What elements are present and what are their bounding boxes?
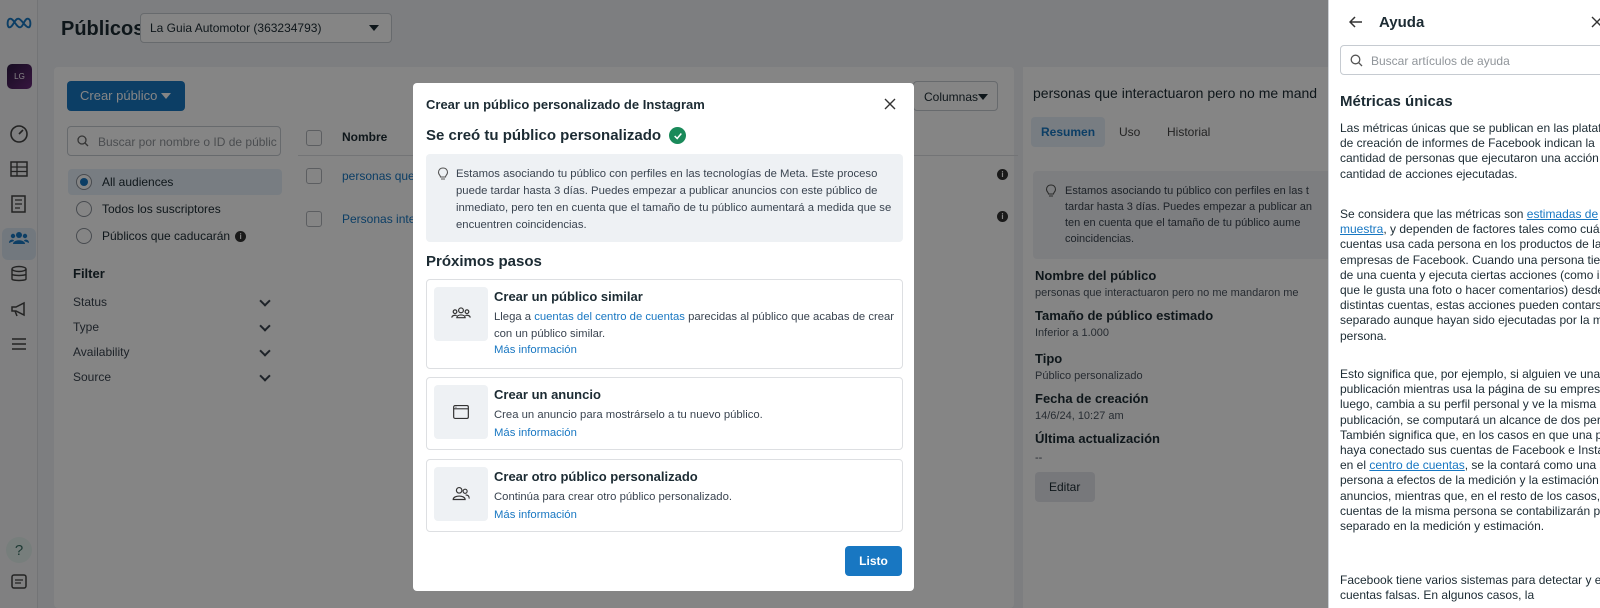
card-description: Crea un anuncio para mostrárselo a tu nu… (494, 409, 763, 421)
help-text-part: Esto significa que, por ejemplo, si algu… (1340, 367, 1600, 473)
back-arrow-icon[interactable] (1349, 15, 1363, 29)
more-info-link[interactable]: Más información (494, 427, 577, 439)
card-title: Crear un anuncio (494, 387, 601, 402)
done-button[interactable]: Listo (845, 546, 902, 576)
lightbulb-icon (437, 167, 449, 180)
card-lookalike[interactable]: Crear un público similar Llega a cuentas… (426, 279, 903, 369)
next-steps-heading: Próximos pasos (426, 253, 542, 270)
help-paragraph: Facebook tiene varios sistemas para dete… (1340, 573, 1600, 603)
more-info-link[interactable]: Más información (494, 344, 577, 356)
ad-window-icon (434, 385, 488, 439)
help-paragraph: Las métricas únicas que se publican en l… (1340, 121, 1600, 181)
search-icon (1350, 54, 1363, 67)
checkmark-icon (669, 127, 687, 144)
help-panel: Ayuda Buscar artículos de ayuda Métricas… (1328, 0, 1600, 608)
help-title: Ayuda (1379, 14, 1425, 31)
more-info-link[interactable]: Más información (494, 509, 577, 521)
help-search-input[interactable]: Buscar artículos de ayuda (1340, 45, 1600, 75)
card-title: Crear un público similar (494, 289, 643, 304)
people-pair-icon (434, 467, 488, 521)
help-paragraph: Esto significa que, por ejemplo, si algu… (1340, 367, 1600, 534)
dialog-info-text: Estamos asociando tu público con perfile… (456, 168, 892, 231)
card-another-audience[interactable]: Crear otro público personalizado Continú… (426, 459, 903, 532)
accounts-center-link[interactable]: centro de cuentas (1369, 458, 1464, 472)
help-search-placeholder: Buscar artículos de ayuda (1371, 54, 1510, 68)
close-icon[interactable] (1591, 16, 1600, 28)
success-heading-text: Se creó tu público personalizado (426, 127, 662, 144)
success-heading: Se creó tu público personalizado (426, 127, 687, 144)
dialog-title: Crear un público personalizado de Instag… (426, 97, 705, 112)
card-desc-part: Llega a (494, 311, 535, 323)
card-description: Continúa para crear otro público persona… (494, 491, 733, 503)
dialog-info-box: Estamos asociando tu público con perfile… (426, 154, 903, 242)
people-group-icon (434, 287, 488, 341)
card-description: Llega a cuentas del centro de cuentas pa… (494, 309, 896, 343)
help-paragraph: Se considera que las métricas son estima… (1340, 207, 1600, 344)
help-text-part: , y dependen de factores tales como cuán… (1340, 222, 1600, 343)
card-title: Crear otro público personalizado (494, 469, 698, 484)
custom-audience-dialog: Crear un público personalizado de Instag… (413, 83, 914, 591)
help-article-title: Métricas únicas (1340, 93, 1453, 110)
help-text-part: Se considera que las métricas son (1340, 207, 1527, 221)
accounts-center-link[interactable]: cuentas del centro de cuentas (534, 311, 685, 323)
close-icon[interactable] (883, 97, 897, 111)
card-create-ad[interactable]: Crear un anuncio Crea un anuncio para mo… (426, 377, 903, 450)
